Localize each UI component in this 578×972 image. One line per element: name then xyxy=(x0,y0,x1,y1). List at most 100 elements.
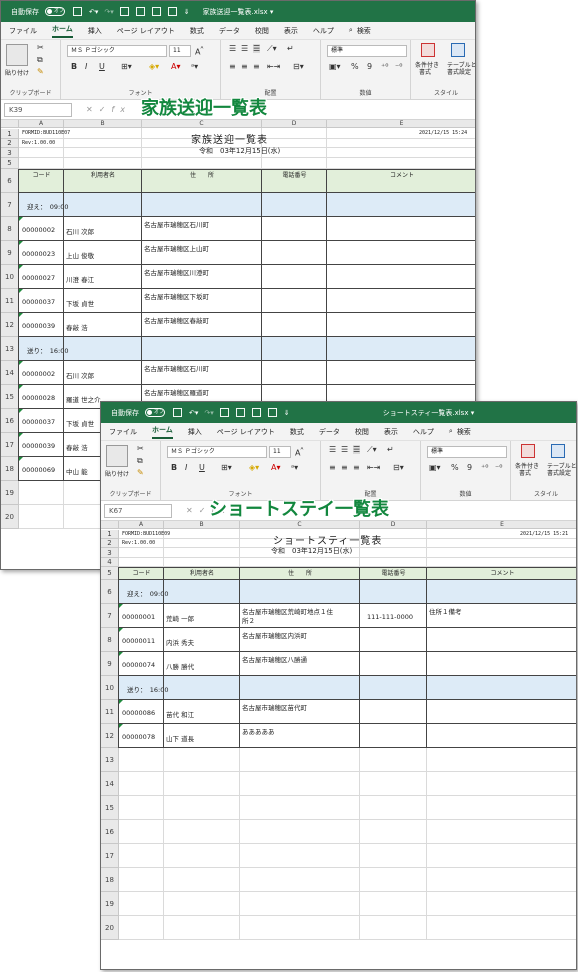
tab-data[interactable]: データ xyxy=(319,427,340,437)
autosave-toggle[interactable]: オフ xyxy=(145,408,165,417)
name-cell[interactable]: 山下 道長 xyxy=(166,733,194,743)
code-cell[interactable]: 00000074 xyxy=(122,661,155,669)
fill-color-icon[interactable]: ◈▾ xyxy=(249,463,259,472)
cond-format-label2[interactable]: 書式 xyxy=(419,67,431,76)
column-header[interactable]: D xyxy=(262,120,327,128)
paste-icon[interactable] xyxy=(106,445,128,467)
decimal-decrease-icon[interactable]: ⁻⁰ xyxy=(395,62,402,71)
tab-view[interactable]: 表示 xyxy=(284,26,298,36)
format-painter-icon[interactable]: ✎ xyxy=(137,468,144,477)
borders-icon[interactable]: ⊞▾ xyxy=(221,463,232,472)
column-title[interactable]: 電話番号 xyxy=(360,568,427,577)
tab-data[interactable]: データ xyxy=(219,26,240,36)
row-header[interactable]: 1 xyxy=(1,129,19,139)
corner-cell[interactable] xyxy=(1,120,19,128)
address-cell[interactable]: 名古屋市瑞穂区石川町 xyxy=(144,219,209,229)
revision[interactable]: Rev:1.00.00 xyxy=(22,140,55,146)
table-format-label2[interactable]: 書式設定 xyxy=(447,67,471,76)
phone-cell[interactable]: 111-111-0000 xyxy=(367,613,413,621)
row-header[interactable]: 15 xyxy=(101,796,119,820)
merge-icon[interactable]: ⊟▾ xyxy=(293,62,304,71)
currency-icon[interactable]: ▣▾ xyxy=(429,463,441,472)
row-header[interactable]: 16 xyxy=(1,409,19,433)
code-cell[interactable]: 00000039 xyxy=(22,442,55,450)
underline-icon[interactable]: U xyxy=(99,62,105,71)
underline-icon[interactable]: U xyxy=(199,463,205,472)
save-icon[interactable] xyxy=(173,408,182,417)
row-header[interactable]: 14 xyxy=(1,361,19,385)
decimal-decrease-icon[interactable]: ⁻⁰ xyxy=(495,463,502,472)
row-header[interactable]: 19 xyxy=(1,481,19,505)
code-cell[interactable]: 00000002 xyxy=(22,370,55,378)
checkbox-icon[interactable] xyxy=(167,7,177,16)
indent-icon[interactable]: ⇤⇥ xyxy=(367,463,380,472)
italic-icon[interactable]: I xyxy=(85,62,87,71)
tab-view[interactable]: 表示 xyxy=(384,427,398,437)
tab-home[interactable]: ホーム xyxy=(52,24,73,38)
tab-review[interactable]: 校閲 xyxy=(355,427,369,437)
row-header[interactable]: 2 xyxy=(101,539,119,548)
row-header[interactable]: 17 xyxy=(101,844,119,868)
row-header[interactable]: 19 xyxy=(101,892,119,916)
code-cell[interactable]: 00000023 xyxy=(22,250,55,258)
name-cell[interactable]: 中山 能 xyxy=(66,466,88,476)
fill-color-icon[interactable]: ◈▾ xyxy=(149,62,159,71)
decimal-increase-icon[interactable]: ⁺⁰ xyxy=(381,62,388,71)
code-cell[interactable]: 00000027 xyxy=(22,274,55,282)
name-cell[interactable]: 春敲 浩 xyxy=(66,442,88,452)
row-header[interactable]: 11 xyxy=(101,700,119,724)
code-cell[interactable]: 00000011 xyxy=(122,637,155,645)
undo-icon[interactable]: ↶▾ xyxy=(89,8,98,16)
row-header[interactable]: 3 xyxy=(101,548,119,558)
search-icon[interactable]: ⌕ xyxy=(349,26,353,35)
name-box[interactable]: K67 xyxy=(104,503,172,518)
align-left-icon[interactable]: ≡ xyxy=(229,62,236,71)
paste-label[interactable]: 貼り付け xyxy=(105,469,129,478)
column-header[interactable]: E xyxy=(427,521,576,529)
number-format-select[interactable]: 標準 xyxy=(427,446,507,458)
save-icon[interactable] xyxy=(73,7,82,16)
row-header[interactable]: 13 xyxy=(101,748,119,772)
form-icon[interactable] xyxy=(151,7,161,16)
percent-icon[interactable]: % xyxy=(351,62,359,71)
corner-cell[interactable] xyxy=(101,521,119,529)
row-header[interactable]: 15 xyxy=(1,385,19,409)
tab-file[interactable]: ファイル xyxy=(109,427,137,437)
tab-search[interactable]: 検索 xyxy=(357,26,371,36)
address-cell-line2[interactable]: 所２ xyxy=(242,615,255,625)
wrap-text-icon[interactable]: ↵ xyxy=(287,44,294,53)
address-cell[interactable]: 名古屋市瑞穂区苗代町 xyxy=(242,702,307,712)
font-name-select[interactable]: ＭＳ Ｐゴシック xyxy=(167,446,267,458)
column-title[interactable]: 利用者名 xyxy=(164,568,240,577)
orientation-icon[interactable]: ⟋▾ xyxy=(367,445,377,455)
code-cell[interactable]: 00000028 xyxy=(22,394,55,402)
cond-format-label2[interactable]: 書式 xyxy=(519,468,531,477)
camera-icon[interactable] xyxy=(219,408,229,417)
row-header[interactable]: 3 xyxy=(1,148,19,158)
table-format-label2[interactable]: 書式設定 xyxy=(547,468,571,477)
wrap-text-icon[interactable]: ↵ xyxy=(387,445,394,454)
column-title[interactable]: コメント xyxy=(427,568,576,577)
code-cell[interactable]: 00000002 xyxy=(22,226,55,234)
row-header[interactable]: 18 xyxy=(101,868,119,892)
font-color-icon[interactable]: A▾ xyxy=(171,62,181,71)
name-cell[interactable]: 苗代 和江 xyxy=(166,709,194,719)
name-cell[interactable]: 春敲 浩 xyxy=(66,322,88,332)
row-header[interactable]: 5 xyxy=(1,158,19,169)
phonetic-icon[interactable]: ᵃ▾ xyxy=(291,463,298,472)
redo-icon[interactable]: ↷▾ xyxy=(104,8,113,16)
address-cell[interactable]: 名古屋市瑞穂区上山町 xyxy=(144,243,209,253)
column-title[interactable]: コード xyxy=(119,568,164,577)
row-header[interactable]: 2 xyxy=(1,139,19,148)
row-header[interactable]: 17 xyxy=(1,433,19,457)
row-header[interactable]: 12 xyxy=(1,313,19,337)
tab-help[interactable]: ヘルプ xyxy=(413,427,434,437)
address-cell[interactable]: 名古屋市瑞穂区春敲町 xyxy=(144,315,209,325)
align-middle-icon[interactable]: ☰ xyxy=(241,44,248,53)
comment-cell[interactable]: 住所１備考 xyxy=(429,606,462,616)
redo-icon[interactable]: ↷▾ xyxy=(204,409,213,417)
row-header[interactable]: 13 xyxy=(1,337,19,361)
comma-icon[interactable]: 9 xyxy=(467,463,472,472)
form-id[interactable]: FORMID:BUD110E09 xyxy=(122,531,170,537)
name-cell[interactable]: 荒崎 一郎 xyxy=(166,613,194,623)
